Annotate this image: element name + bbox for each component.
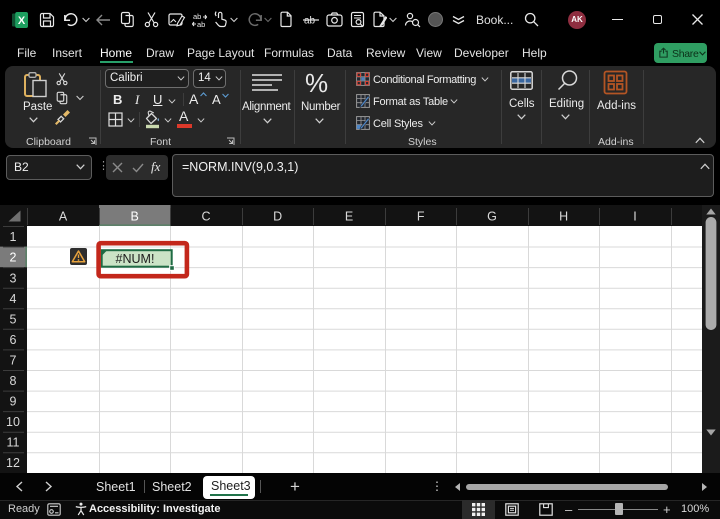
svg-text:F: F xyxy=(417,210,425,224)
svg-text:C: C xyxy=(201,210,210,224)
svg-text:11: 11 xyxy=(7,436,20,450)
svg-text:6: 6 xyxy=(10,333,17,347)
svg-text:1: 1 xyxy=(10,230,17,244)
svg-text:ab: ab xyxy=(304,16,316,27)
svg-text:4: 4 xyxy=(10,292,17,306)
svg-text:I: I xyxy=(633,210,636,224)
svg-text:7: 7 xyxy=(10,354,17,368)
svg-text:D: D xyxy=(273,210,282,224)
svg-text:9: 9 xyxy=(10,395,17,409)
svg-text:E: E xyxy=(345,210,353,224)
svg-text:10: 10 xyxy=(6,415,20,429)
svg-text:A: A xyxy=(59,210,68,224)
svg-text:5: 5 xyxy=(10,313,17,327)
svg-text:B: B xyxy=(131,210,139,224)
svg-text:ab: ab xyxy=(197,20,205,28)
svg-text:8: 8 xyxy=(10,374,17,388)
svg-text:12: 12 xyxy=(6,456,20,470)
svg-text:H: H xyxy=(559,210,568,224)
svg-text:2: 2 xyxy=(10,251,17,265)
svg-text:X: X xyxy=(18,15,26,27)
svg-text:3: 3 xyxy=(10,272,17,286)
svg-text:#NUM!: #NUM! xyxy=(116,252,155,266)
svg-text:G: G xyxy=(487,210,497,224)
